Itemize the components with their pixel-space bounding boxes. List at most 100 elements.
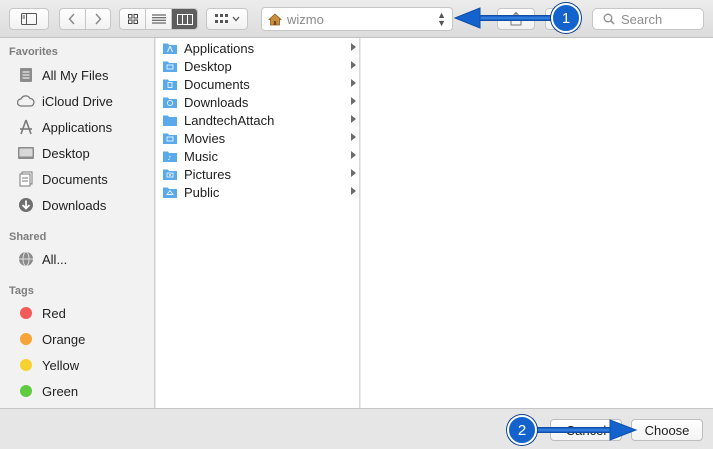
forward-button[interactable]	[86, 9, 111, 29]
toolbar: wizmo ▲ ▼ Search	[0, 0, 713, 38]
folder-name: Desktop	[184, 58, 232, 74]
download-icon	[16, 195, 36, 215]
disclosure-arrow-icon	[351, 133, 356, 141]
sidebar-item-applications[interactable]: Applications	[16, 117, 112, 137]
disclosure-arrow-icon	[351, 43, 356, 51]
home-icon	[268, 12, 282, 25]
folder-row-landtechattach[interactable]: LandtechAttach	[156, 111, 360, 129]
grid-icon	[127, 14, 138, 24]
documents-icon	[16, 169, 36, 189]
path-popup[interactable]: wizmo ▲ ▼	[261, 7, 453, 31]
disclosure-arrow-icon	[351, 61, 356, 69]
sidebar-item-label: Green	[42, 383, 79, 399]
folder-name: Applications	[184, 40, 255, 56]
all-files-icon	[16, 65, 36, 85]
yellow-tag-dot-icon	[20, 359, 32, 371]
navigation-buttons	[59, 8, 111, 30]
folder-row-desktop[interactable]: Desktop	[156, 57, 360, 75]
share-button[interactable]	[497, 8, 535, 30]
sidebar-item-label: Downloads	[42, 197, 107, 213]
movies-folder-icon	[163, 133, 177, 144]
sidebar-item-documents[interactable]: Documents	[16, 169, 108, 189]
sidebar-icon	[21, 13, 37, 25]
disclosure-arrow-icon	[351, 115, 356, 123]
network-icon	[16, 249, 36, 269]
folder-name: Movies	[184, 130, 226, 146]
folder-name: Documents	[184, 76, 250, 92]
red-tag-dot-icon	[20, 307, 32, 319]
icon-view-button[interactable]	[120, 9, 146, 29]
choose-button[interactable]: Choose	[631, 419, 703, 441]
share-icon	[510, 12, 522, 26]
folder-name: LandtechAttach	[184, 112, 275, 128]
column-view-button[interactable]	[172, 9, 197, 29]
cancel-button[interactable]: Cancel	[550, 419, 622, 441]
annotation-badge-1: 1	[551, 3, 581, 33]
sidebar-item-label: iCloud Drive	[42, 93, 113, 109]
browser-column-2	[361, 38, 713, 408]
path-folder-name: wizmo	[287, 11, 324, 27]
sidebar-item-tag-red[interactable]: Red	[16, 303, 66, 323]
desktop-folder-icon	[163, 61, 177, 72]
dialog-footer: Cancel Choose	[0, 408, 713, 449]
sidebar-section-tags: Tags	[9, 285, 34, 297]
updown-chevron-icon: ▲ ▼	[437, 10, 446, 28]
sidebar-item-label: Orange	[42, 331, 86, 347]
folder-name: Pictures	[184, 166, 231, 182]
sidebar-section-shared: Shared	[9, 231, 47, 243]
folder-row-public[interactable]: Public	[156, 183, 360, 201]
list-icon	[151, 14, 166, 24]
sidebar-item-all-shared[interactable]: All...	[16, 249, 67, 269]
search-placeholder: Search	[621, 11, 663, 27]
sidebar-item-label: Documents	[42, 171, 108, 187]
folder-row-downloads[interactable]: Downloads	[156, 93, 360, 111]
green-tag-dot-icon	[20, 385, 32, 397]
folder-name: Music	[184, 148, 218, 164]
sidebar-item-label: Yellow	[42, 357, 80, 373]
folder-row-movies[interactable]: Movies	[156, 129, 360, 147]
disclosure-arrow-icon	[351, 97, 356, 105]
sidebar-item-icloud-drive[interactable]: iCloud Drive	[16, 91, 113, 111]
orange-tag-dot-icon	[20, 333, 32, 345]
view-mode-selector	[119, 8, 198, 30]
disclosure-arrow-icon	[351, 79, 356, 87]
arrange-button[interactable]	[206, 8, 248, 30]
cloud-icon	[16, 91, 36, 111]
chevron-left-icon	[68, 13, 75, 25]
sidebar-item-label: Applications	[42, 119, 113, 135]
folder-row-music[interactable]: ♪ Music	[156, 147, 360, 165]
sidebar-section-favorites: Favorites	[9, 46, 58, 58]
downloads-folder-icon	[163, 97, 177, 108]
sidebar-item-downloads[interactable]: Downloads	[16, 195, 106, 215]
desktop-icon	[16, 143, 36, 163]
search-field[interactable]: Search	[592, 8, 704, 30]
browser-column-1: Applications Desktop Documents Downloads…	[156, 38, 360, 408]
sidebar-item-label: Red	[42, 305, 66, 321]
sidebar-item-tag-green[interactable]: Green	[16, 381, 78, 401]
disclosure-arrow-icon	[351, 169, 356, 177]
sidebar-item-desktop[interactable]: Desktop	[16, 143, 90, 163]
arrange-grid-icon	[214, 14, 228, 23]
chevron-right-icon	[95, 13, 102, 25]
sidebar-item-label: All...	[42, 251, 68, 267]
back-button[interactable]	[60, 9, 86, 29]
applications-icon	[16, 117, 36, 137]
music-folder-icon: ♪	[163, 151, 177, 162]
folder-row-applications[interactable]: Applications	[156, 39, 360, 57]
sidebar-item-all-my-files[interactable]: All My Files	[16, 65, 108, 85]
columns-icon	[176, 13, 193, 25]
disclosure-arrow-icon	[351, 151, 356, 159]
list-view-button[interactable]	[146, 9, 172, 29]
disclosure-arrow-icon	[351, 187, 356, 195]
folder-row-pictures[interactable]: Pictures	[156, 165, 360, 183]
sidebar-toggle-button[interactable]	[9, 8, 49, 30]
sidebar-item-label: All My Files	[42, 67, 109, 83]
sidebar-item-label: Desktop	[42, 145, 90, 161]
sidebar-item-tag-orange[interactable]: Orange	[16, 329, 85, 349]
applications-folder-icon	[163, 43, 177, 54]
folder-icon	[163, 115, 177, 126]
chevron-down-icon	[232, 16, 239, 22]
sidebar-item-tag-yellow[interactable]: Yellow	[16, 355, 79, 375]
folder-row-documents[interactable]: Documents	[156, 75, 360, 93]
public-folder-icon	[163, 187, 177, 198]
